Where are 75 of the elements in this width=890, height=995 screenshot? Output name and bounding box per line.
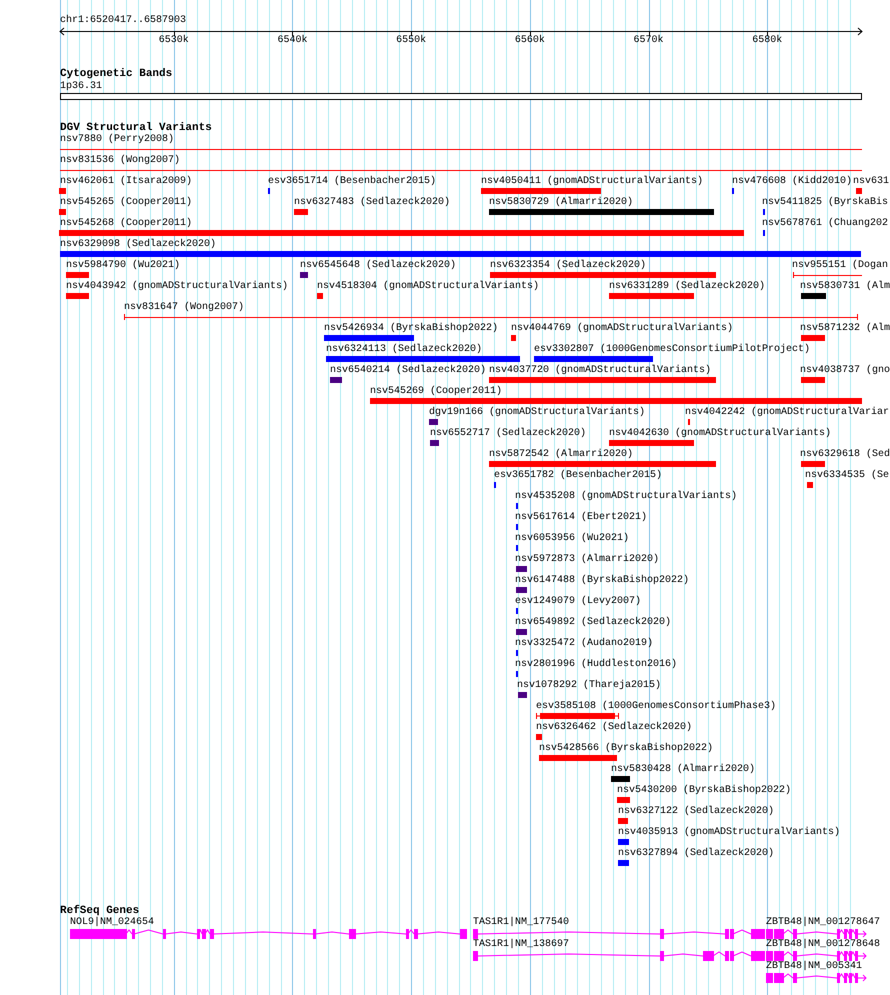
variant-label: nsv6147488 (ByrskaBishop2022)	[515, 575, 690, 587]
variant-label: nsv476608 (Kidd2010)	[732, 176, 852, 188]
variant-label: nsv4044769 (gnomADStructuralVariants)	[511, 323, 734, 335]
variant-label: nsv5617614 (Ebert2021)	[515, 512, 648, 524]
variant-label: esv1249079 (Levy2007)	[515, 596, 642, 608]
track-title: DGV Structural Variants	[60, 122, 212, 134]
variant-label: nsv4518304 (gnomADStructuralVariants)	[317, 281, 540, 293]
variant-label: esv3651714 (Besenbacher2015)	[268, 176, 436, 188]
variant-label: nsv6552717 (Sedlazeck2020)	[430, 428, 586, 440]
variant-label: nsv4050411 (gnomADStructuralVariants)	[481, 176, 704, 188]
gene-label: ZBTB48|NM_001278647	[766, 917, 880, 929]
variant-label: nsv4535208 (gnomADStructuralVariants)	[515, 491, 738, 503]
variant-label: nsv6331289 (Sedlazeck2020)	[609, 281, 766, 293]
variant-label: nsv4042630 (gnomADStructuralVariants)	[609, 428, 832, 440]
variant-label: nsv6329618 (Sed	[800, 449, 890, 461]
variant-label: nsv831647 (Wong2007)	[124, 302, 244, 314]
tick-label: 6540k	[277, 35, 308, 47]
variant-label: esv3585108 (1000GenomesConsortiumPhase3)	[536, 701, 776, 713]
gene-label: NOL9|NM_024654	[70, 917, 154, 929]
variant-label: esv3302807 (1000GenomesConsortiumPilotProject)	[534, 344, 810, 356]
gene-label: ZBTB48|NM_005341	[766, 961, 862, 973]
gene-label: TAS1R1|NM_138697	[473, 939, 570, 951]
variant-label: nsv4035913 (gnomADStructuralVariants)	[618, 827, 840, 839]
band-label: 1p36.31	[60, 81, 102, 93]
tick-label: 6530k	[158, 35, 189, 47]
variant-label: nsv6545648 (Sedlazeck2020)	[300, 260, 456, 272]
variant-label: nsv955151 (Dogan	[792, 260, 888, 272]
variant-label: nsv5984790 (Wu2021)	[66, 260, 180, 272]
variant-label: nsv6334535 (Se	[805, 470, 890, 482]
variant-label: nsv5830428 (Almarri2020)	[611, 764, 756, 776]
variant-label: nsv545269 (Cooper2011)	[370, 386, 502, 398]
variant-label: nsv3325472 (Audano2019)	[515, 638, 654, 650]
variant-label: nsv6540214 (Sedlazeck2020)	[330, 365, 486, 377]
variant-label: nsv6327122 (Sedlazeck2020)	[618, 806, 774, 818]
variant-label: nsv545268 (Cooper2011)	[60, 218, 192, 230]
variant-label: nsv6329098 (Sedlazeck2020)	[60, 239, 216, 251]
tick-label: 6550k	[396, 35, 426, 47]
variant-label: nsv7880 (Perry2008)	[60, 134, 174, 146]
variant-label: nsv6323354 (Sedlazeck2020)	[490, 260, 646, 272]
variant-label: nsv4042242 (gnomADStructuralVariar	[685, 407, 890, 419]
variant-label: nsv5678761 (Chuang202	[762, 218, 888, 230]
tick-label: 6570k	[634, 35, 664, 47]
variant-label: nsv462061 (Itsara2009)	[60, 176, 192, 188]
variant-label: nsv6327894 (Sedlazeck2020)	[618, 848, 774, 860]
variant-label: nsv5830729 (Almarri2020)	[489, 197, 634, 209]
track-title: Cytogenetic Bands	[60, 68, 172, 80]
track-title: RefSeq Genes	[60, 905, 140, 917]
variant-label: esv3651782 (Besenbacher2015)	[494, 470, 662, 482]
variant-label: nsv5411825 (ByrskaBis	[762, 197, 888, 209]
variant-label: nsv4038737 (gno	[800, 365, 890, 377]
location-label: chr1:6520417..6587903	[60, 15, 186, 27]
variant-label: nsv6326462 (Sedlazeck2020)	[536, 722, 692, 734]
variant-label: nsv4037720 (gnomADStructuralVariants)	[489, 365, 712, 377]
variant-label: nsv6053956 (Wu2021)	[515, 533, 630, 545]
variant-label: nsv831536 (Wong2007)	[60, 155, 180, 167]
variant-label: nsv6327483 (Sedlazeck2020)	[294, 197, 450, 209]
variant-label: nsv5426934 (ByrskaBishop2022)	[324, 323, 498, 335]
gene-label: ZBTB48|NM_001278648	[766, 939, 880, 951]
tick-label: 6580k	[752, 35, 782, 47]
variant-label: nsv6549892 (Sedlazeck2020)	[515, 617, 672, 629]
variant-label: nsv5830731 (Alm	[800, 281, 890, 293]
variant-label: nsv4043942 (gnomADStructuralVariants)	[66, 281, 288, 293]
variant-label: nsv2801996 (Huddleston2016)	[515, 659, 678, 671]
variant-label: nsv1078292 (Thareja2015)	[517, 680, 662, 692]
variant-label: nsv5428566 (ByrskaBishop2022)	[539, 743, 714, 755]
variant-label: nsv5430200 (ByrskaBishop2022)	[617, 785, 792, 797]
variant-label: dgv19n166 (gnomADStructuralVariants)	[429, 407, 646, 419]
variant-label: nsv5871232 (Alm	[800, 323, 890, 335]
variant-label: nsv545265 (Cooper2011)	[60, 197, 192, 209]
variant-label: nsv5872542 (Almarri2020)	[489, 449, 634, 461]
tick-label: 6560k	[514, 35, 545, 47]
variant-label: nsv5972873 (Almarri2020)	[515, 554, 660, 566]
variant-label: nsv631	[853, 176, 890, 188]
gene-label: TAS1R1|NM_177540	[473, 917, 570, 929]
variant-label: nsv6324113 (Sedlazeck2020)	[326, 344, 482, 356]
